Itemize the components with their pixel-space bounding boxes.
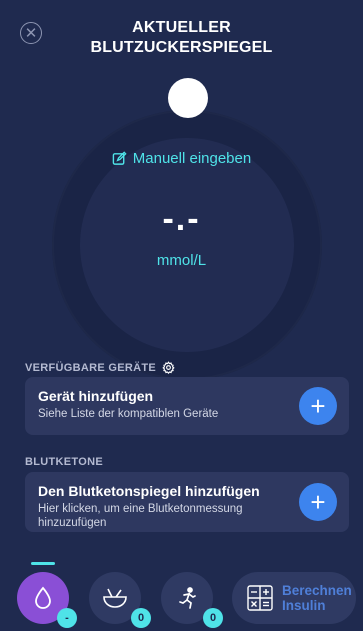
calculate-insulin-label-line2: Insulin — [282, 598, 326, 613]
devices-section-label: VERFÜGBARE GERÄTE — [25, 361, 175, 374]
add-device-button[interactable]: + — [299, 387, 337, 425]
page-title-line1: AKTUELLER — [132, 19, 231, 36]
add-device-title: Gerät hinzufügen — [38, 388, 154, 404]
ketones-section-title: BLUTKETONE — [25, 456, 103, 468]
calculator-icon — [247, 585, 273, 611]
running-icon — [179, 587, 196, 609]
devices-section-title: VERFÜGBARE GERÄTE — [25, 361, 156, 374]
glucose-gauge-inner — [80, 138, 294, 352]
add-ketone-card[interactable]: Den Blutketonspiegel hinzufügen Hier kli… — [25, 472, 349, 532]
add-ketone-button[interactable]: + — [299, 483, 337, 521]
calculate-insulin-button[interactable]: Berechnen Insulin — [232, 572, 356, 624]
add-ketone-title: Den Blutketonspiegel hinzufügen — [38, 483, 260, 499]
page-title: AKTUELLER BLUTZUCKERSPIEGEL — [0, 18, 363, 58]
edit-icon — [112, 151, 127, 165]
meal-bowl-icon — [103, 588, 127, 608]
gear-icon[interactable] — [162, 361, 175, 374]
plus-icon: + — [310, 487, 326, 517]
add-device-card[interactable]: Gerät hinzufügen Siehe Liste der kompati… — [25, 377, 349, 435]
glucose-value: -.- — [162, 200, 201, 238]
meal-badge: 0 — [131, 608, 151, 628]
page-title-line2: BLUTZUCKERSPIEGEL — [90, 39, 273, 56]
calculate-insulin-label: Berechnen Insulin — [282, 583, 352, 613]
plus-icon: + — [310, 391, 326, 421]
ketones-section-label: BLUTKETONE — [25, 456, 103, 468]
manual-entry-button[interactable]: Manuell eingeben — [0, 150, 363, 167]
add-device-subtitle: Siehe Liste der kompatiblen Geräte — [38, 408, 219, 420]
activity-badge: 0 — [203, 608, 223, 628]
active-tab-indicator — [31, 562, 55, 565]
manual-entry-label: Manuell eingeben — [132, 150, 252, 167]
calculate-insulin-label-line1: Berechnen — [282, 583, 352, 598]
drop-icon — [35, 586, 51, 609]
add-ketone-subtitle: Hier klicken, um eine Blutketonmessung h… — [38, 503, 243, 529]
glucose-badge: - — [57, 608, 77, 628]
glucose-unit: mmol/L — [156, 252, 207, 269]
gauge-slider-knob[interactable] — [168, 78, 208, 118]
